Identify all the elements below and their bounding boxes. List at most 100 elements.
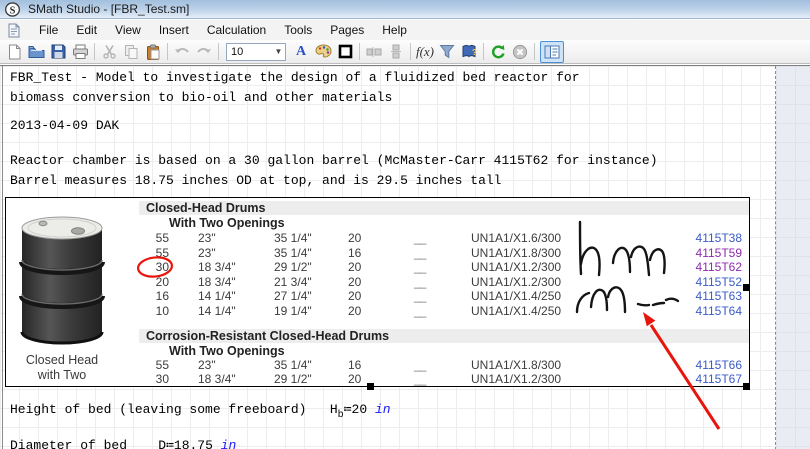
resize-handle-corner[interactable] xyxy=(743,383,750,390)
menu-calculation[interactable]: Calculation xyxy=(198,21,275,39)
cut-button[interactable] xyxy=(98,41,120,62)
intro-line-1: FBR_Test - Model to investigate the desi… xyxy=(10,70,580,85)
table-row: 1614 1/4"27 1/4"20__UN1A1/X1.4/2504115T6… xyxy=(6,289,751,303)
menu-view[interactable]: View xyxy=(106,21,150,39)
scissors-icon xyxy=(102,44,117,59)
math-variable: H xyxy=(330,402,338,417)
menu-insert[interactable]: Insert xyxy=(150,21,198,39)
function-button[interactable]: f(x) xyxy=(414,41,436,62)
resize-handle-right[interactable] xyxy=(743,284,750,291)
fx-icon: f(x) xyxy=(416,44,434,60)
cell-gallons: 20 xyxy=(139,275,169,289)
definition-operator: ≔ xyxy=(166,438,174,449)
toolbar-separator xyxy=(218,43,219,60)
catalog-image-region[interactable]: Closed Head with Two Closed-Head Drums W… xyxy=(5,197,750,387)
cell-height: 19 1/4" xyxy=(274,304,312,318)
border-button[interactable] xyxy=(334,41,356,62)
cell-gallons: 30 xyxy=(139,260,169,274)
save-button[interactable] xyxy=(47,41,69,62)
font-size-combobox[interactable]: 10 ▼ xyxy=(226,43,286,61)
cell-diameter: 14 1/4" xyxy=(198,289,236,303)
text-region-date[interactable]: 2013-04-09 DAK xyxy=(10,116,119,136)
cell-gallons: 55 xyxy=(139,358,169,372)
cell-gallons: 10 xyxy=(139,304,169,318)
svg-text:S: S xyxy=(10,5,16,16)
smath-logo-icon: S xyxy=(5,2,20,17)
date-line: 2013-04-09 DAK xyxy=(10,118,119,133)
open-button[interactable] xyxy=(25,41,47,62)
cell-diameter: 23" xyxy=(198,231,216,245)
cell-diameter: 14 1/4" xyxy=(198,304,236,318)
toolbar-separator xyxy=(483,43,484,60)
new-page-icon xyxy=(7,44,22,60)
cell-height: 35 1/4" xyxy=(274,358,312,372)
cell-diameter: 18 3/4" xyxy=(198,260,236,274)
cell-dash: __ xyxy=(414,246,425,260)
cell-un-rating: UN1A1/X1.2/300 xyxy=(471,260,561,274)
cell-height: 35 1/4" xyxy=(274,246,312,260)
table-row: 3018 3/4"29 1/2"20__UN1A1/X1.2/3004115T6… xyxy=(6,260,751,274)
border-square-icon xyxy=(338,44,353,59)
menu-bar: File Edit View Insert Calculation Tools … xyxy=(0,20,810,40)
menu-pages[interactable]: Pages xyxy=(321,21,373,39)
cell-dash: __ xyxy=(414,260,425,274)
math-value: 18.75 xyxy=(174,438,213,449)
paste-button[interactable] xyxy=(142,41,164,62)
refresh-icon xyxy=(490,44,507,60)
cell-part-number: 4115T63 xyxy=(682,289,742,303)
undo-button[interactable] xyxy=(171,41,193,62)
svg-text:?: ? xyxy=(472,48,477,57)
redo-button[interactable] xyxy=(193,41,215,62)
menu-edit[interactable]: Edit xyxy=(67,21,106,39)
recalculate-button[interactable] xyxy=(487,41,509,62)
align-vertical-button[interactable] xyxy=(385,41,407,62)
menu-tools[interactable]: Tools xyxy=(275,21,321,39)
cell-gallons: 16 xyxy=(139,289,169,303)
font-color-button[interactable]: A xyxy=(290,41,312,62)
new-button[interactable] xyxy=(3,41,25,62)
cell-dash: __ xyxy=(414,289,425,303)
menu-help[interactable]: Help xyxy=(373,21,416,39)
save-floppy-icon xyxy=(51,44,66,59)
worksheet-canvas[interactable]: FBR_Test - Model to investigate the desi… xyxy=(0,65,810,449)
text-region-reactor[interactable]: Reactor chamber is based on a 30 gallon … xyxy=(10,151,658,191)
stop-button[interactable] xyxy=(509,41,531,62)
cell-height: 35 1/4" xyxy=(274,231,312,245)
math-region-bed-height[interactable]: Height of bed (leaving some freeboard) H… xyxy=(10,402,391,421)
cell-un-rating: UN1A1/X1.4/250 xyxy=(471,304,561,318)
cell-un-rating: UN1A1/X1.8/300 xyxy=(471,246,561,260)
filter-button[interactable] xyxy=(436,41,458,62)
cell-part-number: 4115T52 xyxy=(682,275,742,289)
text-region-intro[interactable]: FBR_Test - Model to investigate the desi… xyxy=(10,68,580,108)
cell-gallons: 55 xyxy=(139,231,169,245)
section1-header: Closed-Head Drums xyxy=(146,201,265,215)
cell-height: 21 3/4" xyxy=(274,275,312,289)
align-horizontal-button[interactable] xyxy=(363,41,385,62)
resize-handle-bottom[interactable] xyxy=(367,383,374,390)
page-left-border xyxy=(2,66,3,449)
copy-icon xyxy=(124,44,139,60)
reactor-line-2: Barrel measures 18.75 inches OD at top, … xyxy=(10,173,501,188)
open-folder-icon xyxy=(28,44,45,59)
chevron-down-icon[interactable]: ▼ xyxy=(272,44,285,60)
cell-gauge: 20 xyxy=(348,289,361,303)
funnel-icon xyxy=(439,44,455,59)
stop-icon xyxy=(512,44,528,60)
intro-line-2: biomass conversion to bio-oil and other … xyxy=(10,90,392,105)
table-row: 5523"35 1/4"20__UN1A1/X1.6/3004115T38 xyxy=(6,231,751,245)
print-button[interactable] xyxy=(69,41,91,62)
cell-height: 29 1/2" xyxy=(274,260,312,274)
paste-clipboard-icon xyxy=(146,44,161,60)
smath-studio-window: S SMath Studio - [FBR_Test.sm] File Edit… xyxy=(0,0,810,449)
side-panel-toggle-button[interactable] xyxy=(540,41,564,63)
menu-file[interactable]: File xyxy=(30,21,67,39)
toolbar-separator xyxy=(410,43,411,60)
math-region-bed-diameter[interactable]: Diameter of bed D≔18.75 in xyxy=(10,438,236,449)
copy-button[interactable] xyxy=(120,41,142,62)
document-icon[interactable] xyxy=(7,23,21,38)
title-bar[interactable]: S SMath Studio - [FBR_Test.sm] xyxy=(0,0,810,19)
cell-gauge: 20 xyxy=(348,304,361,318)
background-color-button[interactable] xyxy=(312,41,334,62)
toolbar-separator xyxy=(167,43,168,60)
reference-book-button[interactable]: ? xyxy=(458,41,480,62)
